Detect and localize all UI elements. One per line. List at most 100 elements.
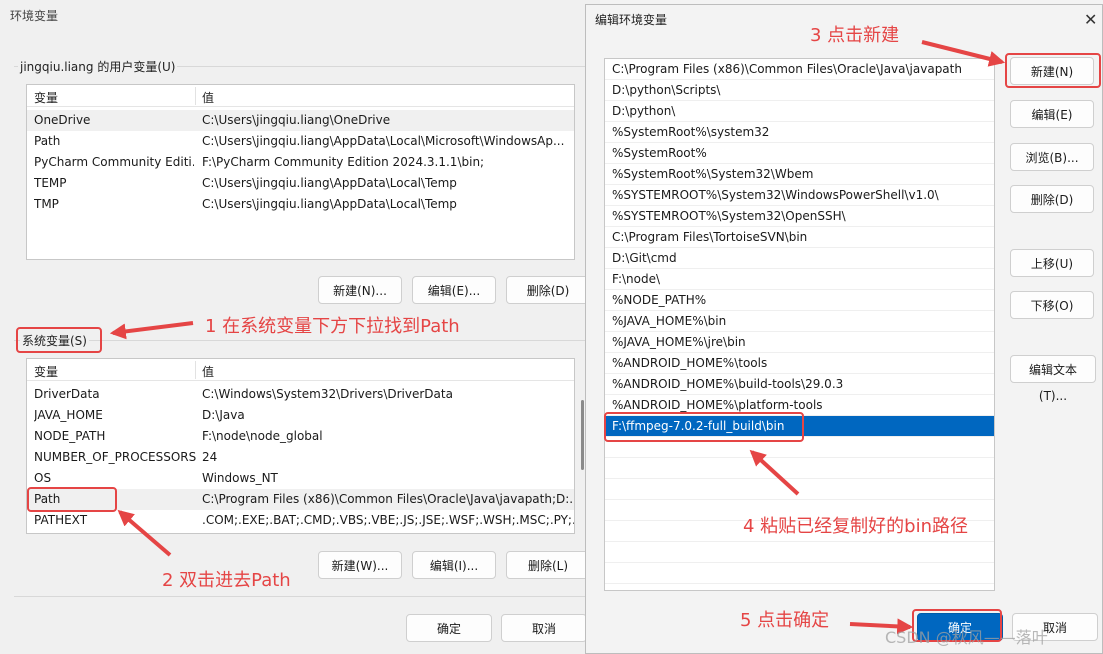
path-entry[interactable]: %SystemRoot%\system32 (605, 122, 994, 143)
highlight-new-button (1005, 53, 1101, 88)
var-value: D:\Java (202, 408, 245, 422)
path-text: %SystemRoot%\System32\Wbem (612, 167, 814, 181)
var-name: JAVA_HOME (34, 408, 103, 422)
column-value[interactable]: 值 (202, 89, 214, 106)
column-value[interactable]: 值 (202, 363, 214, 380)
user-list-header: 变量 值 (27, 85, 574, 107)
system-var-row[interactable]: NODE_PATH F:\node\node_global (27, 426, 574, 447)
system-var-row[interactable]: NUMBER_OF_PROCESSORS 24 (27, 447, 574, 468)
user-var-row[interactable]: Path C:\Users\jingqiu.liang\AppData\Loca… (27, 131, 574, 152)
path-entry[interactable]: %SYSTEMROOT%\System32\WindowsPowerShell\… (605, 185, 994, 206)
path-entry[interactable]: %SYSTEMROOT%\System32\OpenSSH\ (605, 206, 994, 227)
user-new-button[interactable]: 新建(N)... (318, 276, 402, 304)
path-text: %SYSTEMROOT%\System32\OpenSSH\ (612, 209, 846, 223)
user-var-row[interactable]: PyCharm Community Editi... F:\PyCharm Co… (27, 152, 574, 173)
bottom-divider (14, 596, 592, 597)
system-var-row[interactable]: DriverData C:\Windows\System32\Drivers\D… (27, 384, 574, 405)
var-name: OneDrive (34, 113, 91, 127)
var-name: DriverData (34, 387, 100, 401)
annotation-step4: 4 粘贴已经复制好的bin路径 (743, 516, 969, 537)
path-move-up-button[interactable]: 上移(U) (1010, 249, 1094, 277)
path-text: %SystemRoot% (612, 146, 707, 160)
var-name: OS (34, 471, 52, 485)
user-variables-list[interactable]: 变量 值 OneDrive C:\Users\jingqiu.liang\One… (26, 84, 575, 260)
var-name: Path (34, 134, 61, 148)
system-delete-button[interactable]: 删除(L) (506, 551, 590, 579)
path-text: F:\node\ (612, 272, 661, 286)
path-entry-empty[interactable] (605, 479, 994, 500)
path-entry[interactable]: D:\Git\cmd (605, 248, 994, 269)
path-entry[interactable]: D:\python\Scripts\ (605, 80, 994, 101)
annotation-step2: 2 双击进去Path (162, 570, 291, 591)
path-entry-empty[interactable] (605, 563, 994, 584)
system-var-row[interactable]: JAVA_HOME D:\Java (27, 405, 574, 426)
var-name: PATHEXT (34, 513, 88, 527)
var-value: C:\Program Files (x86)\Common Files\Orac… (202, 492, 574, 506)
path-text: %ANDROID_HOME%\tools (612, 356, 768, 370)
path-entry[interactable]: %JAVA_HOME%\bin (605, 311, 994, 332)
env-ok-button[interactable]: 确定 (406, 614, 492, 642)
window-title: 环境变量 (10, 9, 59, 23)
path-entry-empty[interactable] (605, 458, 994, 479)
var-value: F:\node\node_global (202, 429, 323, 443)
path-text: D:\python\ (612, 104, 676, 118)
annotation-step5: 5 点击确定 (740, 610, 830, 631)
path-entry[interactable]: D:\python\ (605, 101, 994, 122)
system-new-button[interactable]: 新建(W)... (318, 551, 402, 579)
path-entry[interactable]: C:\Program Files\TortoiseSVN\bin (605, 227, 994, 248)
path-text: C:\Program Files\TortoiseSVN\bin (612, 230, 808, 244)
var-value: 24 (202, 450, 218, 464)
var-name: NODE_PATH (34, 429, 106, 443)
system-list-scrollbar[interactable] (581, 400, 584, 470)
highlight-path-row (27, 487, 117, 512)
user-delete-button[interactable]: 删除(D) (506, 276, 590, 304)
path-text: D:\python\Scripts\ (612, 83, 721, 97)
path-text: %ANDROID_HOME%\platform-tools (612, 398, 823, 412)
user-edit-button[interactable]: 编辑(E)... (412, 276, 496, 304)
var-name: PyCharm Community Editi... (34, 155, 194, 169)
column-separator[interactable] (195, 361, 196, 379)
system-edit-button[interactable]: 编辑(I)... (412, 551, 496, 579)
path-edit-button[interactable]: 编辑(E) (1010, 100, 1094, 128)
path-entry[interactable]: %ANDROID_HOME%\build-tools\29.0.3 (605, 374, 994, 395)
user-var-row[interactable]: TEMP C:\Users\jingqiu.liang\AppData\Loca… (27, 173, 574, 194)
column-variable[interactable]: 变量 (34, 89, 58, 106)
column-separator[interactable] (195, 87, 196, 105)
system-list-header: 变量 值 (27, 359, 574, 381)
dialog-title: 编辑环境变量 (595, 13, 668, 27)
var-name: TMP (34, 197, 59, 211)
path-entry[interactable]: %NODE_PATH% (605, 290, 994, 311)
var-value: C:\Users\jingqiu.liang\AppData\Local\Tem… (202, 197, 457, 211)
annotation-step3: 3 点击新建 (810, 25, 900, 46)
var-name: NUMBER_OF_PROCESSORS (34, 450, 197, 464)
path-entry[interactable]: C:\Program Files (x86)\Common Files\Orac… (605, 59, 994, 80)
var-value: C:\Users\jingqiu.liang\AppData\Local\Mic… (202, 134, 565, 148)
path-edit-text-button[interactable]: 编辑文本(T)... (1010, 355, 1096, 403)
user-var-row[interactable]: TMP C:\Users\jingqiu.liang\AppData\Local… (27, 194, 574, 215)
csdn-watermark: CSDN @秋风——落叶 (885, 628, 1048, 647)
system-var-row[interactable]: OS Windows_NT (27, 468, 574, 489)
close-icon[interactable]: ✕ (1084, 10, 1097, 29)
var-value: C:\Users\jingqiu.liang\AppData\Local\Tem… (202, 176, 457, 190)
env-cancel-button[interactable]: 取消 (501, 614, 587, 642)
path-move-down-button[interactable]: 下移(O) (1010, 291, 1094, 319)
path-text: %JAVA_HOME%\jre\bin (612, 335, 746, 349)
path-delete-button[interactable]: 删除(D) (1010, 185, 1094, 213)
path-text: %ANDROID_HOME%\build-tools\29.0.3 (612, 377, 844, 391)
highlight-ffmpeg-entry (604, 412, 804, 442)
path-text: %NODE_PATH% (612, 293, 707, 307)
path-entry-empty[interactable] (605, 542, 994, 563)
highlight-system-label (16, 327, 102, 353)
path-browse-button[interactable]: 浏览(B)... (1010, 143, 1094, 171)
user-var-row[interactable]: OneDrive C:\Users\jingqiu.liang\OneDrive (27, 110, 574, 131)
var-name: TEMP (34, 176, 67, 190)
column-variable[interactable]: 变量 (34, 363, 58, 380)
path-entry[interactable]: %JAVA_HOME%\jre\bin (605, 332, 994, 353)
path-text: C:\Program Files (x86)\Common Files\Orac… (612, 62, 962, 76)
system-var-row[interactable]: PATHEXT .COM;.EXE;.BAT;.CMD;.VBS;.VBE;.J… (27, 510, 574, 531)
path-entry[interactable]: %SystemRoot% (605, 143, 994, 164)
path-entry[interactable]: %ANDROID_HOME%\tools (605, 353, 994, 374)
path-entry[interactable]: %SystemRoot%\System32\Wbem (605, 164, 994, 185)
annotation-step1: 1 在系统变量下方下拉找到Path (205, 316, 460, 337)
path-entry[interactable]: F:\node\ (605, 269, 994, 290)
